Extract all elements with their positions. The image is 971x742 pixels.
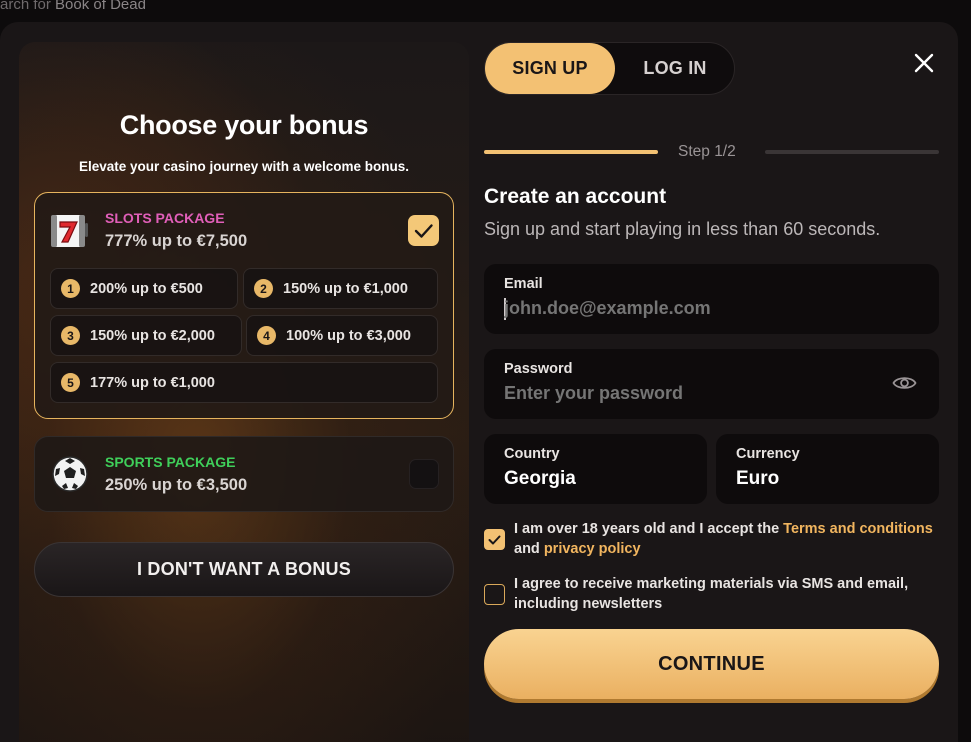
email-input[interactable] [504, 298, 864, 319]
close-icon[interactable] [913, 52, 935, 74]
progress-bar-filled [484, 150, 658, 154]
bonus-title: Choose your bonus [119, 110, 369, 140]
marketing-consent-checkbox[interactable] [484, 584, 505, 605]
currency-value: Euro [736, 468, 780, 489]
slots-package-checkbox[interactable] [408, 215, 439, 246]
bonus-tier-5[interactable]: 5 177% up to €1,000 [50, 362, 438, 403]
no-bonus-button[interactable]: I DON'T WANT A BONUS [34, 542, 454, 597]
country-label: Country [504, 446, 560, 462]
bonus-panel: Choose your bonus Elevate your casino jo… [19, 42, 469, 742]
slots-package-value: 777% up to €7,500 [105, 232, 248, 250]
eye-icon[interactable] [892, 373, 917, 393]
continue-button[interactable]: CONTINUE [484, 629, 939, 699]
slots-package-name: SLOTS PACKAGE [105, 210, 225, 226]
tier-number-badge: 5 [61, 373, 80, 392]
password-input[interactable] [504, 383, 864, 404]
tier-number-badge: 3 [61, 326, 80, 345]
bonus-subtitle: Elevate your casino journey with a welco… [78, 159, 410, 174]
currency-label: Currency [736, 446, 800, 462]
sports-package-checkbox[interactable] [409, 459, 439, 489]
email-field[interactable]: Email [484, 264, 939, 334]
tier-label: 150% up to €2,000 [90, 327, 215, 344]
email-label: Email [504, 276, 543, 292]
bonus-tier-4[interactable]: 4 100% up to €3,000 [246, 315, 438, 356]
password-field[interactable]: Password [484, 349, 939, 419]
check-icon [488, 535, 501, 545]
tab-log-in[interactable]: LOG IN [615, 43, 735, 94]
privacy-link[interactable]: privacy policy [544, 541, 641, 557]
tab-sign-up[interactable]: SIGN UP [485, 43, 615, 94]
sports-package-name: SPORTS PACKAGE [105, 454, 236, 470]
check-icon [414, 224, 433, 238]
step-indicator: Step 1/2 [678, 143, 736, 160]
soccer-ball-icon [52, 456, 88, 492]
slots-package-card[interactable]: SLOTS PACKAGE 777% up to €7,500 1 200% u… [34, 192, 454, 419]
sports-package-card[interactable]: SPORTS PACKAGE 250% up to €3,500 [34, 436, 454, 512]
tier-label: 200% up to €500 [90, 280, 203, 297]
tier-number-badge: 2 [254, 279, 273, 298]
progress-bar-remaining [765, 150, 939, 154]
country-value: Georgia [504, 468, 576, 489]
age-consent-checkbox[interactable] [484, 529, 505, 550]
tier-label: 177% up to €1,000 [90, 374, 215, 391]
currency-select[interactable]: Currency Euro [716, 434, 939, 504]
form-subtitle: Sign up and start playing in less than 6… [484, 219, 881, 239]
signup-modal: Choose your bonus Elevate your casino jo… [0, 22, 958, 742]
form-title: Create an account [484, 185, 667, 208]
sports-package-value: 250% up to €3,500 [105, 476, 248, 494]
age-consent-text: I am over 18 years old and I accept the … [514, 521, 933, 557]
terms-link[interactable]: Terms and conditions [783, 521, 933, 537]
tier-label: 150% up to €1,000 [283, 280, 408, 297]
bonus-tier-2[interactable]: 2 150% up to €1,000 [243, 268, 438, 309]
marketing-consent-text: I agree to receive marketing materials v… [514, 576, 909, 612]
tier-number-badge: 4 [257, 326, 276, 345]
bonus-tier-1[interactable]: 1 200% up to €500 [50, 268, 238, 309]
background-search-text: arch for Book of Dead [0, 0, 146, 13]
slot-seven-icon [51, 215, 88, 247]
auth-tabs: SIGN UP LOG IN [484, 42, 735, 95]
password-label: Password [504, 361, 573, 377]
country-select[interactable]: Country Georgia [484, 434, 707, 504]
bonus-tier-3[interactable]: 3 150% up to €2,000 [50, 315, 242, 356]
tier-label: 100% up to €3,000 [286, 327, 411, 344]
tier-number-badge: 1 [61, 279, 80, 298]
